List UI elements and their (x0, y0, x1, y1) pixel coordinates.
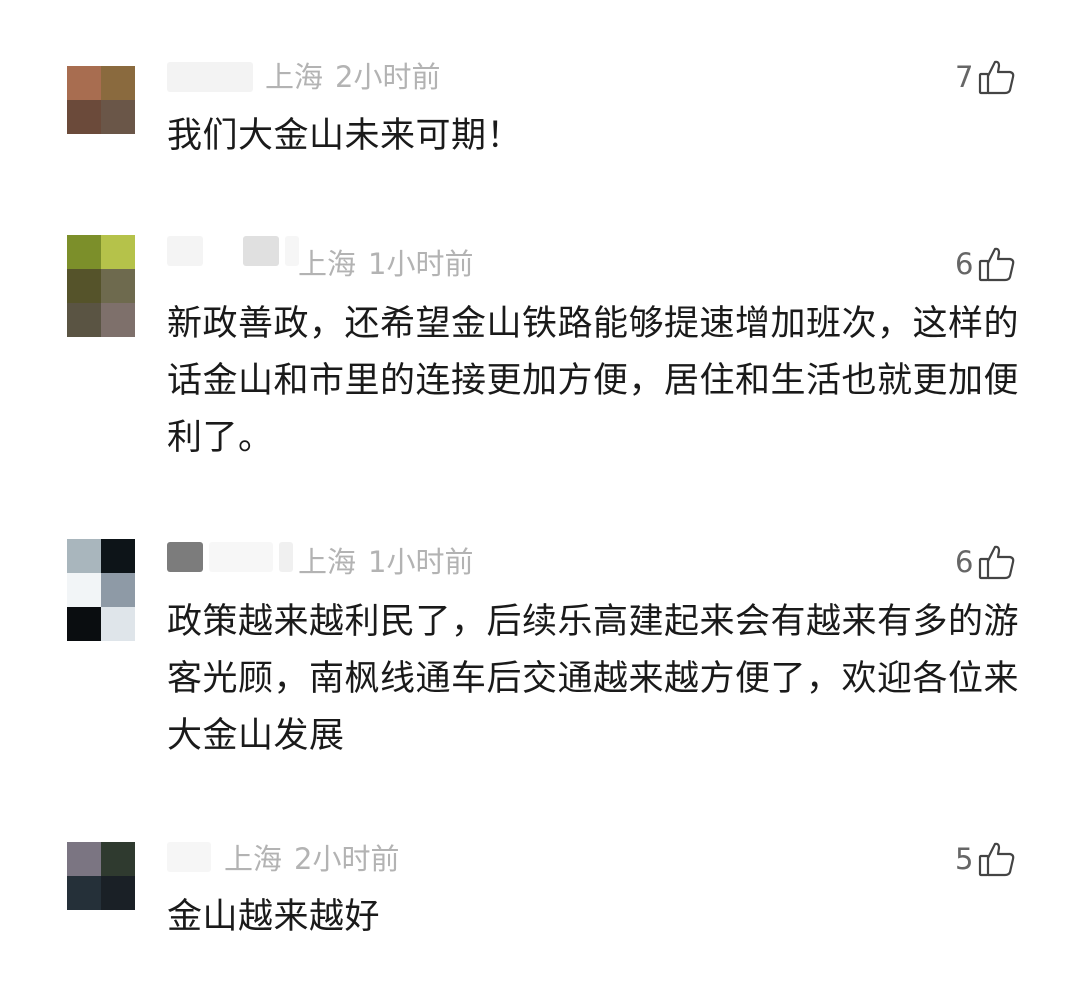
comment-meta: 上海 2小时前 (224, 842, 399, 876)
avatar[interactable] (67, 842, 135, 910)
like-button[interactable]: 5 (955, 839, 1017, 879)
comment-text: 金山越来越好 (167, 897, 381, 937)
avatar-pixel (67, 842, 101, 876)
comment-item: 上海 2小时前 5 金山越来越好 (0, 0, 1080, 989)
avatar-pixel (101, 876, 135, 910)
location-label: 上海 (224, 842, 283, 876)
avatar-pixel (101, 842, 135, 876)
avatar-pixel (67, 876, 101, 910)
timestamp: 2小时前 (294, 842, 400, 876)
comment-list-screen: { "comments": [ { "location": "上海", "tim… (0, 0, 1080, 989)
username-blurred[interactable] (167, 841, 211, 873)
like-count: 5 (955, 842, 974, 876)
thumbs-up-icon (977, 839, 1017, 879)
